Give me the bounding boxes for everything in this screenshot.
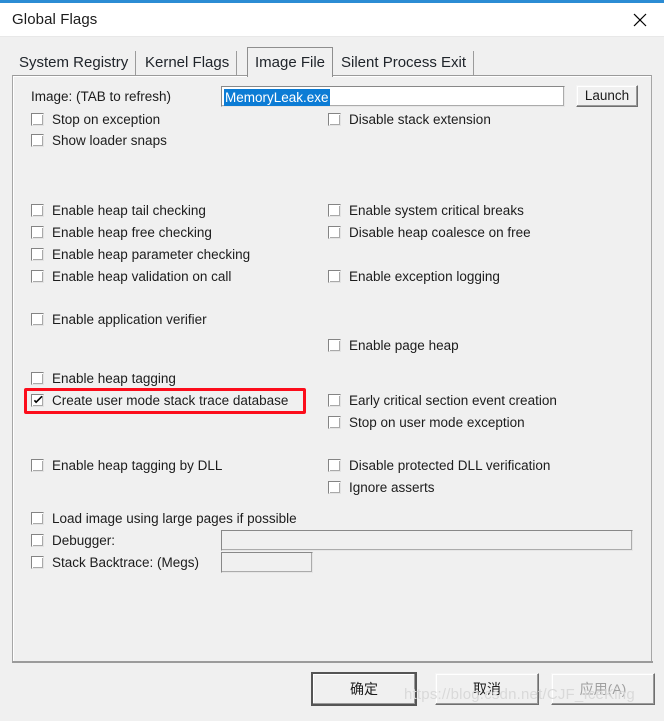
stack-backtrace-input[interactable] [221,552,313,573]
checkbox-label: Load image using large pages if possible [52,511,297,526]
panel-shadow [12,661,653,663]
checkbox-box [31,270,44,283]
checkbox-label: Disable protected DLL verification [349,458,551,473]
checkbox-label: Enable heap tail checking [52,203,206,218]
checkbox-box [31,113,44,126]
cancel-button[interactable]: 取消 [435,673,539,705]
checkbox-box [328,270,341,283]
close-button[interactable] [618,3,664,36]
launch-button[interactable]: Launch [576,85,638,107]
image-file-panel: Image: (TAB to refresh) MemoryLeak.exe L… [12,75,652,662]
checkbox-box [328,339,341,352]
close-icon [633,13,647,27]
ok-button[interactable]: 确定 [312,673,416,705]
checkbox-label: Debugger: [52,533,116,548]
tab-silent-process-exit[interactable]: Silent Process Exit [334,51,475,75]
checkbox-box [31,372,44,385]
checkbox-box [31,459,44,472]
tab-image-file[interactable]: Image File [247,47,334,77]
debugger-input[interactable] [221,530,633,551]
tab-strip: System Registry Kernel Flags Image File … [12,47,652,77]
checkbox-box [328,204,341,217]
checkbox-label: Enable application verifier [52,312,207,327]
image-input-value: MemoryLeak.exe [224,89,330,106]
image-input[interactable]: MemoryLeak.exe [221,86,565,107]
checkbox-label: Create user mode stack trace database [52,393,289,408]
checkbox-box [328,226,341,239]
global-flags-window: Global Flags System Registry Kernel Flag… [0,0,664,721]
checkbox-label: Enable heap tagging by DLL [52,458,223,473]
checkbox-box [328,394,341,407]
checkbox-label: Show loader snaps [52,133,167,148]
image-field-label: Image: (TAB to refresh) [31,89,172,104]
checkbox-box [31,134,44,147]
window-title: Global Flags [12,11,98,28]
checkbox-box [328,416,341,429]
checkbox-box [31,534,44,547]
checkbox-label: Enable heap free checking [52,225,212,240]
checkbox-label: Enable page heap [349,338,459,353]
checkbox-label: Enable heap tagging [52,371,176,386]
checkbox-label: Ignore asserts [349,480,435,495]
checkbox-label: Disable heap coalesce on free [349,225,531,240]
checkbox-box [328,481,341,494]
checkbox-box [31,556,44,569]
checkbox-box [31,226,44,239]
checkbox-box [31,394,44,407]
tab-kernel-flags[interactable]: Kernel Flags [138,51,238,75]
checkbox-box [31,204,44,217]
checkbox-box [31,512,44,525]
checkbox-label: Enable system critical breaks [349,203,524,218]
checkbox-label: Stop on user mode exception [349,415,525,430]
checkbox-label: Enable heap validation on call [52,269,232,284]
checkbox-box [328,459,341,472]
checkbox-box [328,113,341,126]
client-area: System Registry Kernel Flags Image File … [0,37,664,721]
checkbox-box [31,313,44,326]
checkbox-label: Stack Backtrace: (Megs) [52,555,200,570]
checkbox-label: Disable stack extension [349,112,491,127]
title-bar: Global Flags [0,3,664,37]
apply-button: 应用(A) [551,673,655,705]
checkbox-label: Enable heap parameter checking [52,247,251,262]
checkbox-box [31,248,44,261]
checkbox-label: Stop on exception [52,112,161,127]
checkmark-icon [33,395,43,404]
checkbox-label: Early critical section event creation [349,393,557,408]
checkbox-label: Enable exception logging [349,269,500,284]
tab-system-registry[interactable]: System Registry [12,51,137,75]
